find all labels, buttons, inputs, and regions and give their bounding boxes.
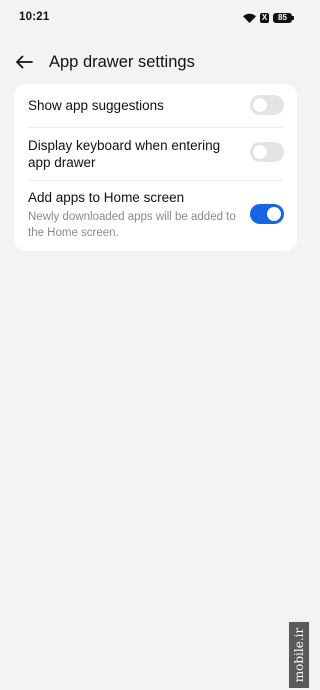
page-title: App drawer settings	[49, 53, 195, 71]
show-app-suggestions-toggle[interactable]	[250, 95, 284, 115]
add-apps-home-screen-toggle[interactable]	[250, 204, 284, 224]
setting-title: Display keyboard when entering app drawe…	[28, 138, 221, 170]
display-keyboard-toggle[interactable]	[250, 142, 284, 162]
status-time: 10:21	[19, 11, 50, 23]
toggle-knob	[253, 145, 267, 159]
status-icons: X 85	[243, 11, 294, 25]
settings-card: Show app suggestions Display keyboard wh…	[14, 84, 297, 251]
wifi-icon	[243, 13, 256, 23]
setting-title: Show app suggestions	[28, 98, 164, 113]
back-button[interactable]	[12, 50, 36, 74]
battery-level: 85	[278, 13, 287, 22]
app-header: App drawer settings	[0, 44, 311, 80]
notification-x-icon: X	[260, 13, 269, 23]
toggle-knob	[267, 207, 281, 221]
arrow-left-icon	[16, 55, 33, 69]
battery-icon: 85	[273, 13, 294, 23]
status-bar: 10:21 X 85	[0, 0, 311, 36]
setting-title: Add apps to Home screen	[28, 190, 185, 205]
setting-subtitle: Newly downloaded apps will be added to t…	[28, 211, 236, 239]
watermark: mobile.ir	[289, 622, 309, 688]
toggle-knob	[253, 98, 267, 112]
watermark-text: mobile.ir	[292, 627, 306, 683]
